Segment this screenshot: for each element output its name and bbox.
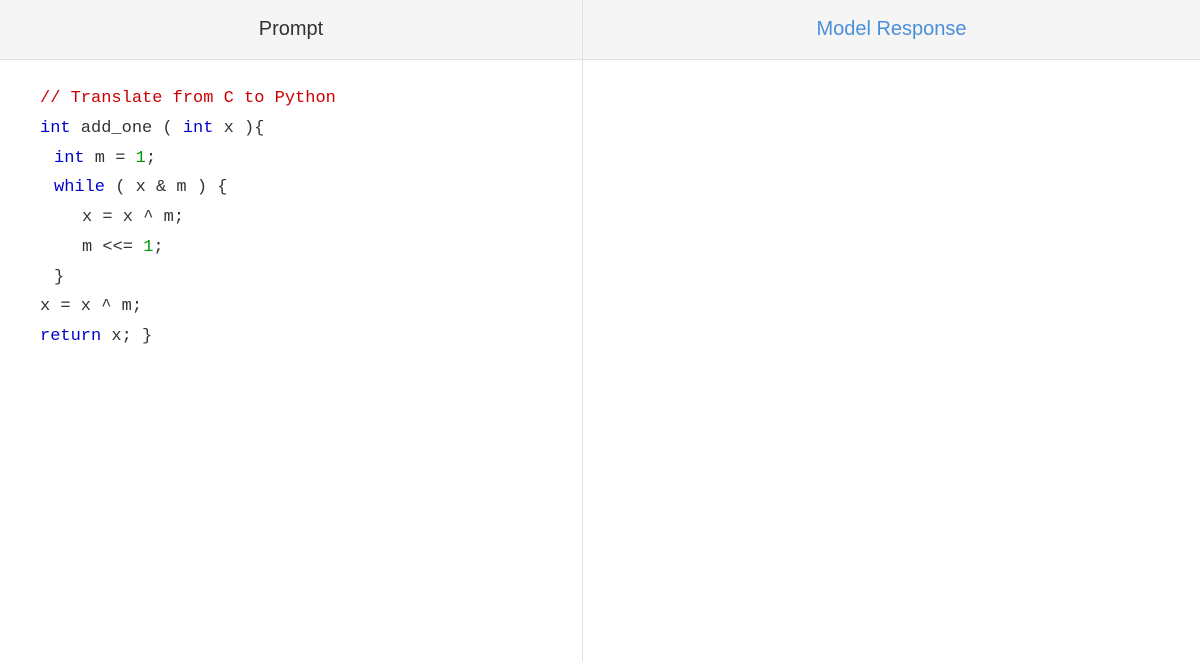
keyword-int-1: int (40, 119, 71, 138)
code-line-7: } (40, 263, 542, 293)
code-line-5: x = x ^ m; (40, 203, 542, 233)
keyword-while: while (54, 178, 105, 197)
plain-text-10: x = x ^ m; (40, 297, 142, 316)
plain-text-9: } (54, 268, 64, 287)
keyword-return: return (40, 327, 101, 346)
code-line-2: int add_one ( int x ){ (40, 114, 542, 144)
plain-text-11: x; } (101, 327, 152, 346)
keyword-int-2: int (183, 119, 214, 138)
number-2: 1 (143, 238, 153, 257)
code-line-9: return x; } (40, 322, 542, 352)
code-line-4: while ( x & m ) { (40, 173, 542, 203)
code-line-1: // Translate from C to Python (40, 84, 542, 114)
keyword-int-3: int (54, 149, 85, 168)
header-bar: Prompt Model Response (0, 0, 1200, 60)
number-1: 1 (136, 149, 146, 168)
plain-text-2: x ){ (213, 119, 264, 138)
response-header: Model Response (583, 0, 1200, 59)
plain-text-3: m = (85, 149, 136, 168)
code-line-6: m <<= 1; (40, 233, 542, 263)
comment-text: // Translate from C to Python (40, 89, 336, 108)
code-line-3: int m = 1; (40, 144, 542, 174)
code-line-8: x = x ^ m; (40, 292, 542, 322)
plain-text-5: ( x & m ) { (105, 178, 227, 197)
plain-text-7: m <<= (82, 238, 143, 257)
plain-text-6: x = x ^ m; (82, 208, 184, 227)
response-panel (583, 60, 1200, 661)
app-container: Prompt Model Response // Translate from … (0, 0, 1200, 661)
code-block: // Translate from C to Python int add_on… (40, 84, 542, 352)
main-content: // Translate from C to Python int add_on… (0, 60, 1200, 661)
plain-text-4: ; (146, 149, 156, 168)
prompt-panel: // Translate from C to Python int add_on… (0, 60, 583, 661)
prompt-header: Prompt (0, 0, 583, 59)
plain-text-8: ; (153, 238, 163, 257)
plain-text-1: add_one ( (71, 119, 183, 138)
